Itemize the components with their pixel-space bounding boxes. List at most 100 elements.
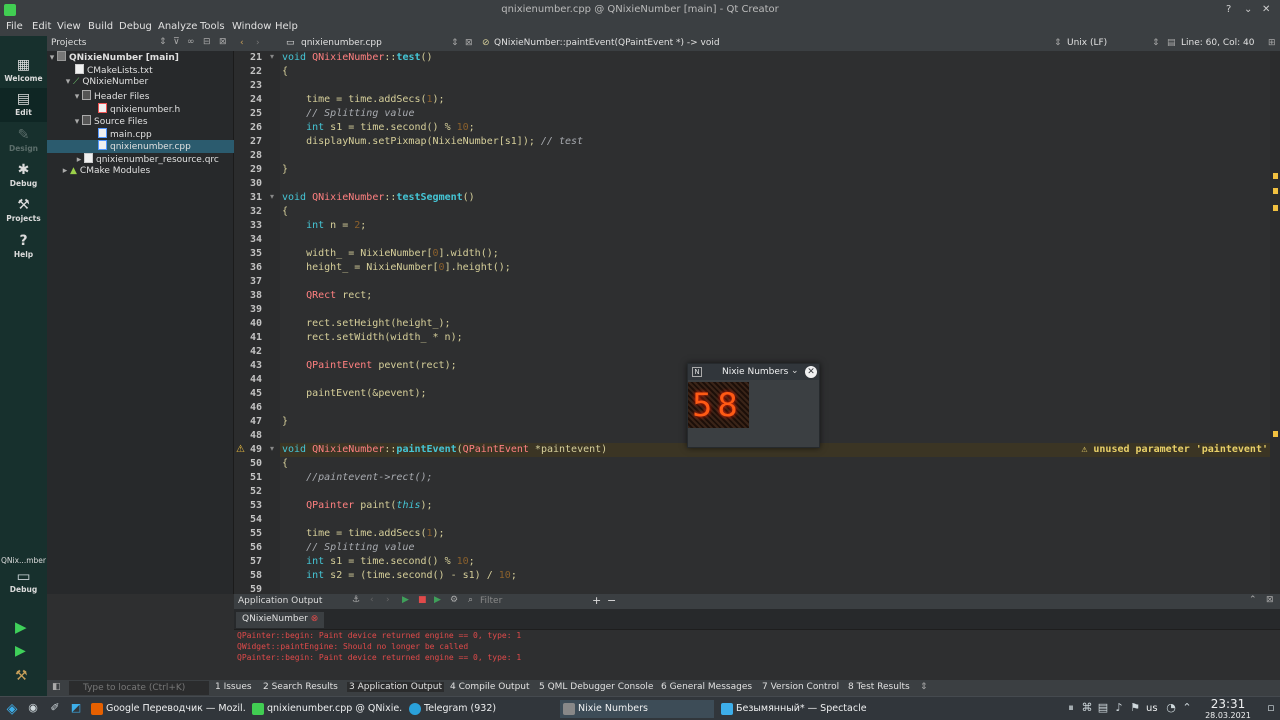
fold-arrow-icon[interactable]: ▾ bbox=[270, 192, 274, 201]
tree-item-qnixienumber[interactable]: ▾ ⟋ QNixieNumber bbox=[63, 77, 148, 90]
stop-icon[interactable]: ■ bbox=[418, 595, 427, 605]
menu-help[interactable]: Help bbox=[275, 21, 298, 32]
settings-gear-icon[interactable]: ⚙ bbox=[450, 595, 458, 605]
network-icon[interactable]: ⌘ bbox=[1080, 701, 1094, 715]
tab-qnixienumber[interactable]: QNixieNumber ⊗ bbox=[236, 612, 325, 628]
toggle-sidebar-icon[interactable]: ◧ bbox=[52, 682, 61, 692]
media-pause-icon[interactable]: ⏸ bbox=[1064, 701, 1078, 715]
nixie-numbers-window[interactable]: N Nixie Numbers ⌄ ✕ 58 bbox=[687, 363, 820, 448]
editor-scrollbar[interactable] bbox=[1270, 51, 1280, 594]
tab-qml-debugger-console[interactable]: 5 QML Debugger Console bbox=[539, 682, 653, 692]
attach-icon[interactable]: ⚓ bbox=[352, 595, 360, 605]
close-document-icon[interactable]: ⊠ bbox=[465, 38, 473, 48]
volume-icon[interactable]: ♪ bbox=[1112, 701, 1126, 715]
mode-debug[interactable]: ✱ Debug bbox=[0, 159, 47, 193]
application-output[interactable]: QPainter::begin: Paint device returned e… bbox=[234, 630, 1280, 678]
menu-debug[interactable]: Debug bbox=[119, 21, 152, 32]
locator-input[interactable]: Type to locate (Ctrl+K) bbox=[69, 681, 209, 695]
task-spectacle[interactable]: Безымянный* — Spectacle bbox=[718, 700, 872, 718]
run-icon[interactable]: ▶ bbox=[15, 618, 27, 636]
discord-icon[interactable]: ◉ bbox=[26, 701, 40, 715]
sort-icon[interactable]: ⇕ bbox=[159, 37, 167, 47]
maximize-icon[interactable]: ⌃ bbox=[1249, 595, 1257, 605]
tab-version-control[interactable]: 7 Version Control bbox=[762, 682, 839, 692]
minimize-icon[interactable]: ⌄ bbox=[1244, 4, 1252, 15]
close-icon[interactable]: ✕ bbox=[1262, 4, 1270, 15]
notifications-icon[interactable]: ⚑ bbox=[1128, 701, 1142, 715]
code-editor[interactable]: void QNixieNumber::test(){ time = time.a… bbox=[280, 51, 1270, 594]
filter-icon[interactable]: ⊽ bbox=[173, 37, 180, 47]
prev-icon[interactable]: ‹ bbox=[370, 595, 374, 605]
menu-analyze[interactable]: Analyze bbox=[158, 21, 197, 32]
help-icon[interactable]: ? bbox=[1226, 4, 1231, 15]
nixie-window-titlebar[interactable]: N Nixie Numbers ⌄ ✕ bbox=[688, 364, 819, 380]
show-desktop-icon[interactable]: ▫ bbox=[1264, 701, 1278, 715]
clock[interactable]: 23:31 28.03.2021 bbox=[1196, 698, 1260, 720]
output-line: QWidget::paintEngine: Should no longer b… bbox=[237, 642, 469, 651]
tab-application-output[interactable]: 3 Application Output bbox=[347, 682, 444, 692]
remove-icon[interactable]: − bbox=[607, 594, 616, 607]
line-ending-combo[interactable]: Unix (LF) bbox=[1067, 38, 1107, 48]
wifi-icon[interactable]: ◔ bbox=[1164, 701, 1178, 715]
menu-view[interactable]: View bbox=[57, 21, 81, 32]
mode-projects[interactable]: ⚒ Projects bbox=[0, 194, 47, 228]
tab-issues[interactable]: 1 Issues bbox=[215, 682, 252, 692]
menu-build[interactable]: Build bbox=[88, 21, 113, 32]
kit-selector[interactable]: QNix...mber ▭ Debug bbox=[0, 556, 47, 594]
tree-item-project[interactable]: ▾ QNixieNumber [main] bbox=[47, 51, 179, 64]
app-launcher-icon[interactable]: ◈ bbox=[5, 701, 19, 717]
more-tabs-icon[interactable]: ⇕ bbox=[920, 682, 928, 692]
split-editor-icon[interactable]: ⊞ bbox=[1268, 38, 1276, 48]
tree-item-header-files[interactable]: ▾ Header Files bbox=[72, 90, 149, 103]
warning-message[interactable]: ⚠ unused parameter 'paintevent' bbox=[1081, 444, 1268, 455]
tree-item-resource-qrc[interactable]: ▸ qnixienumber_resource.qrc bbox=[74, 153, 219, 166]
fold-arrow-icon[interactable]: ▾ bbox=[270, 52, 274, 61]
krita-icon[interactable]: ✐ bbox=[48, 701, 62, 715]
rerun-icon[interactable]: ▶ bbox=[402, 595, 409, 605]
open-file-combo[interactable]: qnixienumber.cpp bbox=[301, 38, 382, 48]
mode-welcome[interactable]: ▦ Welcome bbox=[0, 54, 47, 88]
tree-item-cmakelists[interactable]: CMakeLists.txt bbox=[75, 64, 153, 77]
task-qtcreator[interactable]: qnixienumber.cpp @ QNixie... bbox=[249, 700, 403, 718]
tab-test-results[interactable]: 8 Test Results bbox=[848, 682, 910, 692]
symbol-combo[interactable]: QNixieNumber::paintEvent(QPaintEvent *) … bbox=[494, 38, 720, 48]
task-firefox[interactable]: Google Переводчик — Mozil... bbox=[88, 700, 246, 718]
link-icon[interactable]: ∞ bbox=[187, 37, 195, 47]
back-arrow-icon[interactable]: ‹ bbox=[240, 38, 244, 48]
mode-edit[interactable]: ▤ Edit bbox=[0, 88, 47, 122]
tree-item-qnixienumber-cpp[interactable]: qnixienumber.cpp bbox=[47, 140, 234, 153]
tree-item-source-files[interactable]: ▾ Source Files bbox=[72, 115, 148, 128]
task-telegram[interactable]: Telegram (932) bbox=[406, 700, 556, 718]
next-icon[interactable]: › bbox=[386, 595, 390, 605]
debug-icon[interactable]: ▶ bbox=[434, 595, 441, 605]
close-pane-icon[interactable]: ⊠ bbox=[219, 37, 227, 47]
tree-item-cmake-modules[interactable]: ▸ ▲ CMake Modules bbox=[60, 166, 150, 179]
add-icon[interactable]: + bbox=[592, 594, 601, 607]
task-nixie-numbers[interactable]: Nixie Numbers bbox=[560, 700, 714, 718]
mode-help[interactable]: ? Help bbox=[0, 230, 47, 264]
qtcreator-launcher-icon[interactable]: ◩ bbox=[69, 701, 83, 715]
gutter-warning-icon[interactable]: ⚠ bbox=[236, 444, 245, 455]
build-hammer-icon[interactable]: ⚒ bbox=[15, 668, 28, 684]
menu-tools[interactable]: Tools bbox=[200, 21, 225, 32]
menu-edit[interactable]: Edit bbox=[32, 21, 51, 32]
keyboard-layout[interactable]: us bbox=[1146, 703, 1158, 714]
close-tab-icon[interactable]: ⊗ bbox=[311, 614, 319, 624]
tab-general-messages[interactable]: 6 General Messages bbox=[661, 682, 752, 692]
cursor-position[interactable]: Line: 60, Col: 40 bbox=[1181, 38, 1254, 48]
filter-input[interactable]: Filter bbox=[480, 596, 502, 606]
clipboard-icon[interactable]: ▤ bbox=[1096, 701, 1110, 715]
chevron-down-icon[interactable]: ⌄ bbox=[791, 366, 799, 376]
tab-search-results[interactable]: 2 Search Results bbox=[263, 682, 338, 692]
tab-compile-output[interactable]: 4 Compile Output bbox=[450, 682, 530, 692]
close-output-icon[interactable]: ⊠ bbox=[1266, 595, 1274, 605]
debug-run-icon[interactable]: ▶ bbox=[15, 643, 26, 659]
split-icon[interactable]: ⊟ bbox=[203, 37, 211, 47]
menu-window[interactable]: Window bbox=[232, 21, 271, 32]
close-icon[interactable]: ✕ bbox=[805, 366, 817, 378]
mode-design[interactable]: ✎ Design bbox=[0, 124, 47, 158]
fold-arrow-icon[interactable]: ▾ bbox=[270, 444, 274, 453]
forward-arrow-icon[interactable]: › bbox=[256, 38, 260, 48]
menu-file[interactable]: File bbox=[6, 21, 23, 32]
tray-expand-icon[interactable]: ⌃ bbox=[1180, 701, 1194, 715]
